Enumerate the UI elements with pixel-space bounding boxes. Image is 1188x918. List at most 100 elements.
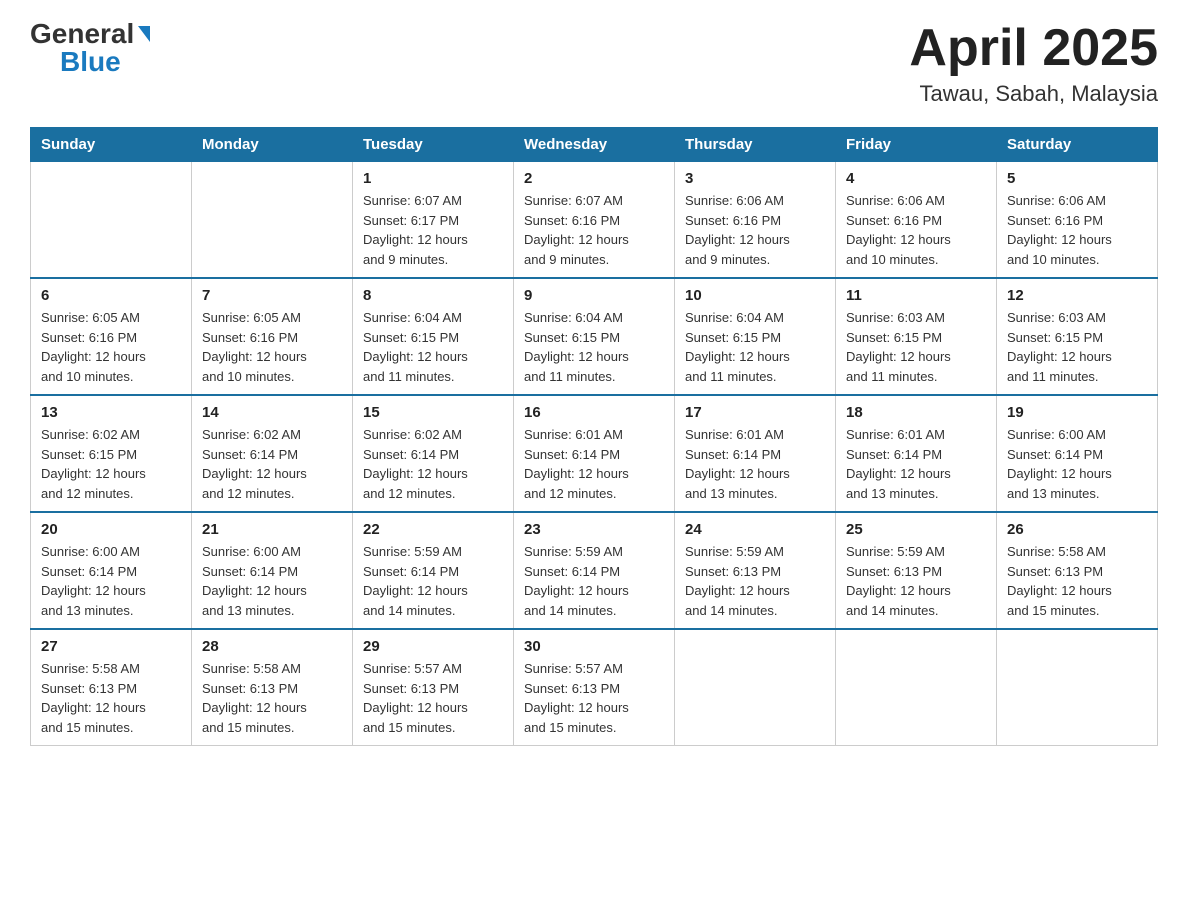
- calendar-cell: 27 Sunrise: 5:58 AMSunset: 6:13 PMDayligh…: [31, 629, 192, 746]
- header-wednesday: Wednesday: [514, 128, 675, 162]
- calendar-table: SundayMondayTuesdayWednesdayThursdayFrid…: [30, 127, 1158, 746]
- day-info: Sunrise: 6:01 AMSunset: 6:14 PMDaylight:…: [524, 425, 664, 503]
- calendar-cell: 19 Sunrise: 6:00 AMSunset: 6:14 PMDayligh…: [997, 395, 1158, 512]
- day-number: 17: [685, 404, 825, 421]
- calendar-week-row: 6 Sunrise: 6:05 AMSunset: 6:16 PMDaylight…: [31, 278, 1158, 395]
- day-number: 26: [1007, 521, 1147, 538]
- day-number: 6: [41, 287, 181, 304]
- calendar-cell: 8 Sunrise: 6:04 AMSunset: 6:15 PMDaylight…: [353, 278, 514, 395]
- page-header: General Blue April 2025 Tawau, Sabah, Ma…: [30, 20, 1158, 107]
- calendar-week-row: 13 Sunrise: 6:02 AMSunset: 6:15 PMDayligh…: [31, 395, 1158, 512]
- day-info: Sunrise: 5:58 AMSunset: 6:13 PMDaylight:…: [1007, 542, 1147, 620]
- calendar-cell: 26 Sunrise: 5:58 AMSunset: 6:13 PMDayligh…: [997, 512, 1158, 629]
- day-number: 30: [524, 638, 664, 655]
- day-number: 24: [685, 521, 825, 538]
- day-info: Sunrise: 6:02 AMSunset: 6:15 PMDaylight:…: [41, 425, 181, 503]
- calendar-cell: 25 Sunrise: 5:59 AMSunset: 6:13 PMDayligh…: [836, 512, 997, 629]
- day-number: 1: [363, 170, 503, 187]
- day-info: Sunrise: 6:05 AMSunset: 6:16 PMDaylight:…: [41, 308, 181, 386]
- title-location: Tawau, Sabah, Malaysia: [909, 81, 1158, 107]
- day-number: 13: [41, 404, 181, 421]
- day-info: Sunrise: 6:06 AMSunset: 6:16 PMDaylight:…: [846, 191, 986, 269]
- day-number: 7: [202, 287, 342, 304]
- day-info: Sunrise: 5:59 AMSunset: 6:13 PMDaylight:…: [846, 542, 986, 620]
- day-info: Sunrise: 6:07 AMSunset: 6:17 PMDaylight:…: [363, 191, 503, 269]
- day-info: Sunrise: 6:06 AMSunset: 6:16 PMDaylight:…: [685, 191, 825, 269]
- calendar-cell: 22Sunrise: 5:59 AMSunset: 6:14 PMDayligh…: [353, 512, 514, 629]
- day-number: 2: [524, 170, 664, 187]
- day-info: Sunrise: 6:01 AMSunset: 6:14 PMDaylight:…: [846, 425, 986, 503]
- day-number: 12: [1007, 287, 1147, 304]
- calendar-week-row: 20 Sunrise: 6:00 AMSunset: 6:14 PMDayligh…: [31, 512, 1158, 629]
- day-info: Sunrise: 6:05 AMSunset: 6:16 PMDaylight:…: [202, 308, 342, 386]
- day-info: Sunrise: 6:00 AMSunset: 6:14 PMDaylight:…: [202, 542, 342, 620]
- title-block: April 2025 Tawau, Sabah, Malaysia: [909, 20, 1158, 107]
- calendar-cell: 12 Sunrise: 6:03 AMSunset: 6:15 PMDayligh…: [997, 278, 1158, 395]
- calendar-cell: 24 Sunrise: 5:59 AMSunset: 6:13 PMDayligh…: [675, 512, 836, 629]
- logo-general-text: General: [30, 20, 134, 48]
- header-friday: Friday: [836, 128, 997, 162]
- logo-blue-text: Blue: [60, 48, 121, 76]
- calendar-cell: 23Sunrise: 5:59 AMSunset: 6:14 PMDayligh…: [514, 512, 675, 629]
- day-info: Sunrise: 5:58 AMSunset: 6:13 PMDaylight:…: [202, 659, 342, 737]
- header-thursday: Thursday: [675, 128, 836, 162]
- calendar-cell: 13 Sunrise: 6:02 AMSunset: 6:15 PMDayligh…: [31, 395, 192, 512]
- day-info: Sunrise: 6:00 AMSunset: 6:14 PMDaylight:…: [1007, 425, 1147, 503]
- day-number: 15: [363, 404, 503, 421]
- day-info: Sunrise: 5:59 AMSunset: 6:13 PMDaylight:…: [685, 542, 825, 620]
- day-info: Sunrise: 6:03 AMSunset: 6:15 PMDaylight:…: [846, 308, 986, 386]
- calendar-cell: 20 Sunrise: 6:00 AMSunset: 6:14 PMDayligh…: [31, 512, 192, 629]
- day-info: Sunrise: 6:02 AMSunset: 6:14 PMDaylight:…: [202, 425, 342, 503]
- day-info: Sunrise: 6:04 AMSunset: 6:15 PMDaylight:…: [363, 308, 503, 386]
- calendar-cell: [31, 162, 192, 279]
- day-number: 3: [685, 170, 825, 187]
- header-sunday: Sunday: [31, 128, 192, 162]
- calendar-cell: 5 Sunrise: 6:06 AMSunset: 6:16 PMDaylight…: [997, 162, 1158, 279]
- logo-arrow-icon: [138, 26, 150, 42]
- day-info: Sunrise: 6:00 AMSunset: 6:14 PMDaylight:…: [41, 542, 181, 620]
- calendar-cell: 14Sunrise: 6:02 AMSunset: 6:14 PMDayligh…: [192, 395, 353, 512]
- calendar-cell: 6 Sunrise: 6:05 AMSunset: 6:16 PMDaylight…: [31, 278, 192, 395]
- title-month-year: April 2025: [909, 20, 1158, 77]
- day-number: 8: [363, 287, 503, 304]
- calendar-cell: 10Sunrise: 6:04 AMSunset: 6:15 PMDayligh…: [675, 278, 836, 395]
- day-info: Sunrise: 5:59 AMSunset: 6:14 PMDaylight:…: [363, 542, 503, 620]
- header-monday: Monday: [192, 128, 353, 162]
- day-info: Sunrise: 6:04 AMSunset: 6:15 PMDaylight:…: [524, 308, 664, 386]
- header-tuesday: Tuesday: [353, 128, 514, 162]
- day-number: 27: [41, 638, 181, 655]
- logo: General Blue: [30, 20, 150, 76]
- calendar-cell: 4Sunrise: 6:06 AMSunset: 6:16 PMDaylight…: [836, 162, 997, 279]
- day-number: 5: [1007, 170, 1147, 187]
- calendar-week-row: 27 Sunrise: 5:58 AMSunset: 6:13 PMDayligh…: [31, 629, 1158, 746]
- day-number: 28: [202, 638, 342, 655]
- calendar-cell: [192, 162, 353, 279]
- calendar-cell: 30 Sunrise: 5:57 AMSunset: 6:13 PMDayligh…: [514, 629, 675, 746]
- calendar-cell: 11 Sunrise: 6:03 AMSunset: 6:15 PMDayligh…: [836, 278, 997, 395]
- calendar-cell: 16 Sunrise: 6:01 AMSunset: 6:14 PMDayligh…: [514, 395, 675, 512]
- day-number: 23: [524, 521, 664, 538]
- calendar-cell: 3 Sunrise: 6:06 AMSunset: 6:16 PMDaylight…: [675, 162, 836, 279]
- day-info: Sunrise: 6:06 AMSunset: 6:16 PMDaylight:…: [1007, 191, 1147, 269]
- day-info: Sunrise: 6:07 AMSunset: 6:16 PMDaylight:…: [524, 191, 664, 269]
- day-info: Sunrise: 5:57 AMSunset: 6:13 PMDaylight:…: [363, 659, 503, 737]
- day-number: 21: [202, 521, 342, 538]
- calendar-cell: 1 Sunrise: 6:07 AMSunset: 6:17 PMDaylight…: [353, 162, 514, 279]
- calendar-cell: 17Sunrise: 6:01 AMSunset: 6:14 PMDayligh…: [675, 395, 836, 512]
- day-number: 16: [524, 404, 664, 421]
- day-info: Sunrise: 6:03 AMSunset: 6:15 PMDaylight:…: [1007, 308, 1147, 386]
- day-number: 20: [41, 521, 181, 538]
- calendar-cell: 21 Sunrise: 6:00 AMSunset: 6:14 PMDayligh…: [192, 512, 353, 629]
- calendar-cell: 2 Sunrise: 6:07 AMSunset: 6:16 PMDaylight…: [514, 162, 675, 279]
- header-saturday: Saturday: [997, 128, 1158, 162]
- day-info: Sunrise: 5:58 AMSunset: 6:13 PMDaylight:…: [41, 659, 181, 737]
- day-info: Sunrise: 5:57 AMSunset: 6:13 PMDaylight:…: [524, 659, 664, 737]
- day-number: 9: [524, 287, 664, 304]
- day-number: 29: [363, 638, 503, 655]
- calendar-cell: 7 Sunrise: 6:05 AMSunset: 6:16 PMDaylight…: [192, 278, 353, 395]
- day-number: 10: [685, 287, 825, 304]
- day-number: 11: [846, 287, 986, 304]
- day-number: 19: [1007, 404, 1147, 421]
- calendar-header-row: SundayMondayTuesdayWednesdayThursdayFrid…: [31, 128, 1158, 162]
- day-number: 25: [846, 521, 986, 538]
